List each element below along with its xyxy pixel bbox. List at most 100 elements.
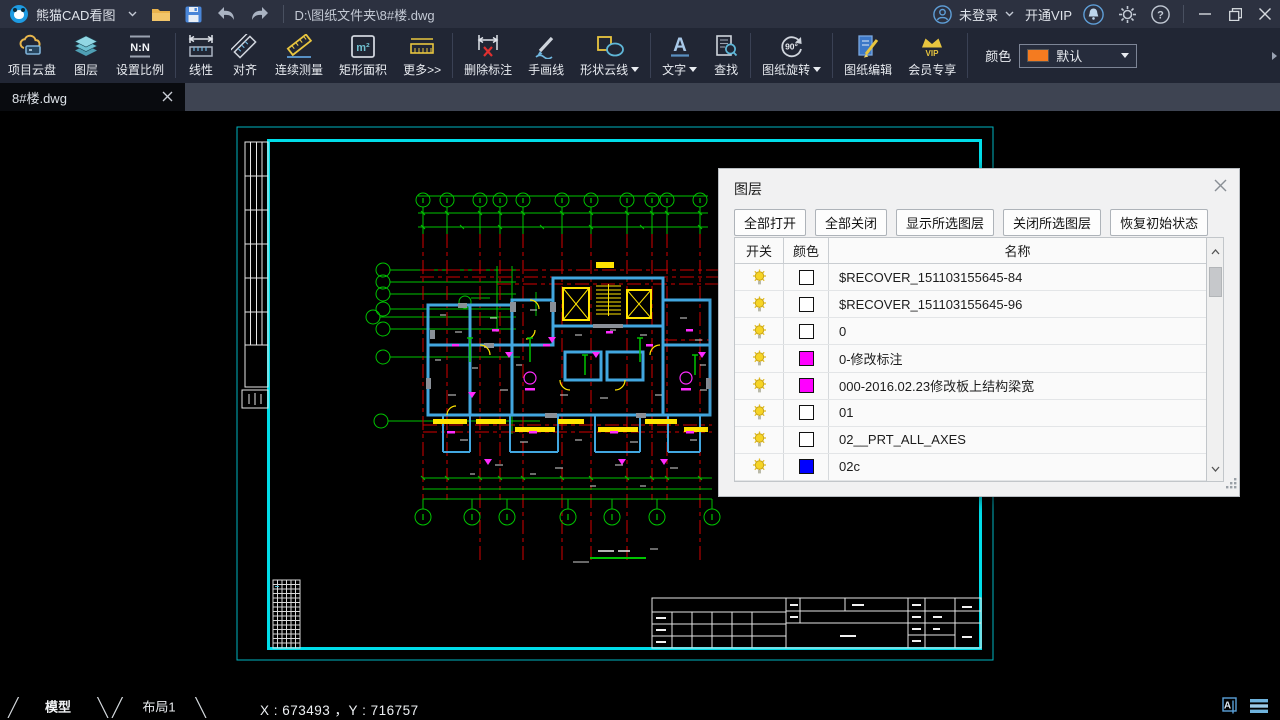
undo-icon[interactable] bbox=[209, 0, 243, 28]
svg-text:布局1: 布局1 bbox=[142, 699, 175, 714]
toolbar-freehand-line-button[interactable]: 手画线 bbox=[520, 28, 572, 83]
layers-table: 开关 颜色 名称 $RECOVER_151103155645-84 $RECOVE… bbox=[734, 237, 1224, 482]
toolbar-text-button[interactable]: A 文字 bbox=[654, 28, 705, 83]
layer-name: $RECOVER_151103155645-84 bbox=[829, 270, 1206, 285]
open-folder-icon[interactable] bbox=[144, 0, 178, 28]
toolbar-aligned-measure-button[interactable]: 对齐 bbox=[223, 28, 267, 83]
toolbar-vip-button[interactable]: VIP 会员专享 bbox=[900, 28, 964, 83]
more-ruler-icon bbox=[407, 34, 437, 59]
main-toolbar: 项目云盘 图层 N:N 设置比例 线性 对齐 连续测量 m² 矩形面积 更多>>… bbox=[0, 28, 1280, 83]
color-label: 颜色 bbox=[985, 46, 1011, 65]
cad-drawing-canvas[interactable]: 图层 全部打开 全部关闭 显示所选图层 关闭所选图层 恢复初始状态 开关 颜色 … bbox=[0, 111, 1280, 697]
layer-name: 000-2016.02.23修改板上结构梁宽 bbox=[829, 376, 1206, 395]
dropdown-caret-icon[interactable] bbox=[631, 67, 639, 72]
layer-visibility-bulb-icon[interactable] bbox=[751, 458, 768, 475]
toolbar-edit-drawing-button[interactable]: 图纸编辑 bbox=[836, 28, 900, 83]
layer-row[interactable]: 000-2016.02.23修改板上结构梁宽 bbox=[735, 373, 1206, 400]
layer-color-swatch[interactable] bbox=[799, 270, 814, 285]
cursor-coordinates: X : 673493 ，Y : 716757 bbox=[260, 699, 419, 719]
layer-visibility-bulb-icon[interactable] bbox=[751, 296, 768, 313]
color-dropdown[interactable]: 默认 bbox=[1019, 44, 1137, 68]
layer-name: 02c bbox=[829, 459, 1206, 474]
svg-text:90°: 90° bbox=[785, 42, 798, 52]
layers-panel: 图层 全部打开 全部关闭 显示所选图层 关闭所选图层 恢复初始状态 开关 颜色 … bbox=[718, 168, 1240, 497]
panel-resize-grip[interactable] bbox=[1226, 476, 1237, 494]
document-tab[interactable]: 8#楼.dwg bbox=[0, 83, 185, 111]
app-menu-chevron-down-icon[interactable] bbox=[121, 0, 144, 28]
settings-gear-icon[interactable] bbox=[1111, 0, 1144, 28]
layer-visibility-bulb-icon[interactable] bbox=[751, 350, 768, 367]
user-account-icon[interactable] bbox=[926, 0, 959, 28]
layers-panel-close-icon[interactable] bbox=[1214, 179, 1227, 197]
layer-row[interactable]: 0-修改标注 bbox=[735, 345, 1206, 372]
drawing-edit-icon bbox=[854, 34, 882, 59]
notification-bell-icon[interactable] bbox=[1076, 0, 1111, 28]
scrollbar-thumb[interactable] bbox=[1209, 267, 1222, 297]
layer-color-swatch[interactable] bbox=[799, 297, 814, 312]
layer-row[interactable]: 0 bbox=[735, 318, 1206, 345]
open-all-layers-button[interactable]: 全部打开 bbox=[734, 209, 806, 236]
toolbar-revision-cloud-button[interactable]: 形状云线 bbox=[572, 28, 647, 83]
layer-visibility-bulb-icon[interactable] bbox=[751, 404, 768, 421]
layer-visibility-bulb-icon[interactable] bbox=[751, 323, 768, 340]
show-selected-layers-button[interactable]: 显示所选图层 bbox=[896, 209, 994, 236]
layer-color-swatch[interactable] bbox=[799, 405, 814, 420]
toolbar-layers-button[interactable]: 图层 bbox=[64, 28, 108, 83]
redo-icon[interactable] bbox=[243, 0, 277, 28]
layer-row[interactable]: $RECOVER_151103155645-84 bbox=[735, 264, 1206, 291]
layer-name: $RECOVER_151103155645-96 bbox=[829, 297, 1206, 312]
close-selected-layers-button[interactable]: 关闭所选图层 bbox=[1003, 209, 1101, 236]
layer-color-swatch[interactable] bbox=[799, 324, 814, 339]
close-window-button[interactable] bbox=[1250, 0, 1280, 28]
layout1-tab[interactable]: 布局1 bbox=[110, 695, 208, 720]
open-vip-button[interactable]: 开通VIP bbox=[1025, 5, 1072, 24]
layers-scrollbar[interactable] bbox=[1206, 238, 1223, 481]
toolbar-rotate-drawing-button[interactable]: 90° 图纸旋转 bbox=[754, 28, 829, 83]
toolbar-divider bbox=[452, 33, 453, 78]
toolbar-set-scale-button[interactable]: N:N 设置比例 bbox=[108, 28, 172, 83]
login-status[interactable]: 未登录 bbox=[959, 5, 998, 24]
help-icon[interactable]: ? bbox=[1144, 0, 1177, 28]
document-tab-close-icon[interactable] bbox=[162, 90, 173, 105]
layers-panel-title: 图层 bbox=[734, 179, 762, 199]
toolbar-delete-annotation-button[interactable]: 删除标注 bbox=[456, 28, 520, 83]
frame-left-strip bbox=[242, 142, 268, 408]
layer-row[interactable]: $RECOVER_151103155645-96 bbox=[735, 291, 1206, 318]
layer-row[interactable]: 02__PRT_ALL_AXES bbox=[735, 427, 1206, 454]
layer-row[interactable]: 01 bbox=[735, 400, 1206, 427]
minimize-button[interactable] bbox=[1190, 0, 1220, 28]
cloud-drive-icon bbox=[17, 34, 47, 59]
toolbar-continuous-measure-button[interactable]: 连续测量 bbox=[267, 28, 331, 83]
toolbar-divider bbox=[832, 33, 833, 78]
layer-color-swatch[interactable] bbox=[799, 432, 814, 447]
toolbar-find-button[interactable]: 查找 bbox=[705, 28, 747, 83]
toolbar-more-button[interactable]: 更多>> bbox=[395, 28, 449, 83]
dropdown-caret-icon[interactable] bbox=[813, 67, 821, 72]
layer-visibility-bulb-icon[interactable] bbox=[751, 431, 768, 448]
layer-color-swatch[interactable] bbox=[799, 378, 814, 393]
scroll-up-icon[interactable] bbox=[1211, 238, 1220, 264]
model-tab[interactable]: 模型 bbox=[6, 695, 110, 720]
text-recognition-icon[interactable]: A bbox=[1222, 697, 1241, 720]
save-icon[interactable] bbox=[178, 0, 209, 28]
layer-visibility-bulb-icon[interactable] bbox=[751, 377, 768, 394]
layer-color-swatch[interactable] bbox=[799, 351, 814, 366]
dropdown-caret-icon[interactable] bbox=[689, 67, 697, 72]
layer-name: 01 bbox=[829, 405, 1206, 420]
toolbar-overflow-arrow-icon[interactable] bbox=[1272, 52, 1277, 60]
layers-table-header: 开关 颜色 名称 bbox=[735, 238, 1206, 264]
title-bar: 熊猫CAD看图 D:\图纸文件夹\8#楼.dwg 未登录 开通VIP ? bbox=[0, 0, 1280, 28]
restore-initial-state-button[interactable]: 恢复初始状态 bbox=[1110, 209, 1208, 236]
login-chevron-down-icon[interactable] bbox=[998, 0, 1021, 28]
toolbar-rect-area-button[interactable]: m² 矩形面积 bbox=[331, 28, 395, 83]
scroll-down-icon[interactable] bbox=[1211, 455, 1220, 481]
vip-crown-icon: VIP bbox=[917, 34, 947, 59]
layer-row[interactable]: 02c bbox=[735, 454, 1206, 481]
layer-color-swatch[interactable] bbox=[799, 459, 814, 474]
toolbar-linear-measure-button[interactable]: 线性 bbox=[179, 28, 223, 83]
toolbar-project-cloud-button[interactable]: 项目云盘 bbox=[0, 28, 64, 83]
layer-visibility-bulb-icon[interactable] bbox=[751, 269, 768, 286]
status-menu-icon[interactable] bbox=[1250, 699, 1268, 718]
close-all-layers-button[interactable]: 全部关闭 bbox=[815, 209, 887, 236]
maximize-restore-button[interactable] bbox=[1220, 0, 1250, 28]
